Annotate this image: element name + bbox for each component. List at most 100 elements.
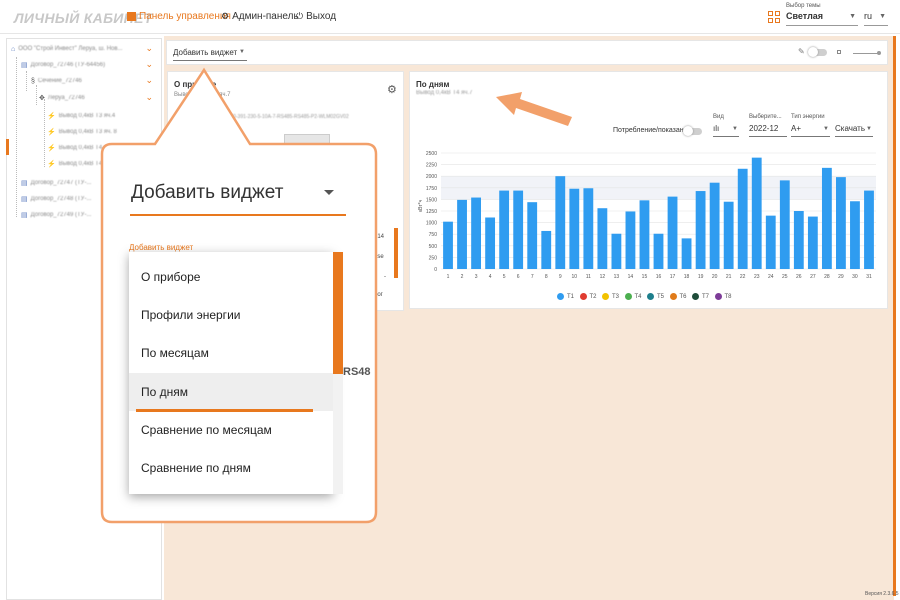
bar-day-12[interactable] xyxy=(597,208,608,269)
dropdown-option-device[interactable]: О приборе xyxy=(129,258,333,296)
dropdown-scrollbar-thumb[interactable] xyxy=(333,252,343,374)
dropdown-option-profiles[interactable]: Профили энергии xyxy=(129,296,333,334)
bar-day-28[interactable] xyxy=(821,167,832,269)
dropdown-option-months[interactable]: По месяцам xyxy=(129,334,333,372)
chevron-down-icon[interactable]: ⌄ xyxy=(145,92,153,103)
bar-day-18[interactable] xyxy=(681,238,692,269)
edit-mode-toggle[interactable] xyxy=(808,47,827,57)
nav-admin[interactable]: ⚙ Админ-панель xyxy=(221,11,299,22)
nav-logout[interactable]: ⏻ Выход xyxy=(296,11,336,22)
language-value: ru xyxy=(864,11,873,21)
chevron-down-icon[interactable]: ⌄ xyxy=(145,75,153,86)
bar-day-24[interactable] xyxy=(765,215,776,269)
tree-item-meter-3[interactable]: ⚡ Вывод 0,4кВ Т4 яч.7 xyxy=(47,141,115,155)
bar-day-17[interactable] xyxy=(667,196,678,269)
tree-item-section[interactable]: § Сечение_72746 xyxy=(31,74,82,88)
tree-item-meter-4[interactable]: ⚡ Вывод 0,4кВ Т4 яч.8 xyxy=(47,157,115,171)
zoom-add-widget-title[interactable]: Добавить виджет xyxy=(131,182,283,204)
language-select[interactable]: ru ▼ xyxy=(864,10,888,26)
dropdown-option-compare-months[interactable]: Сравнение по месяцам xyxy=(129,411,333,449)
gear-icon[interactable]: ⚙ xyxy=(387,83,397,96)
document-icon: ▤ xyxy=(21,62,28,69)
bar-day-4[interactable] xyxy=(485,217,496,269)
square-icon[interactable] xyxy=(837,50,841,54)
apps-grid-icon[interactable] xyxy=(768,11,780,23)
meter-image xyxy=(284,134,330,152)
legend-item-t3[interactable]: T3 xyxy=(602,293,619,300)
x-tick-label: 20 xyxy=(712,274,718,280)
tree-item-contract-4[interactable]: ▤ Договор_72749 (ТУ-... xyxy=(21,208,91,222)
y-tick-label: 0 xyxy=(434,267,437,273)
bar-day-26[interactable] xyxy=(793,211,804,269)
bar-day-25[interactable] xyxy=(779,180,790,269)
device-value-1: 314 xyxy=(374,234,385,240)
bar-day-6[interactable] xyxy=(513,190,524,269)
tree-item-contract-2[interactable]: ▤ Договор_72747 (ТУ-... xyxy=(21,176,91,190)
x-tick-label: 28 xyxy=(824,274,830,280)
chevron-down-icon[interactable]: ⌄ xyxy=(145,59,153,70)
selected-item-marker xyxy=(6,139,9,155)
arrow-pointer-icon xyxy=(496,92,572,126)
bar-day-3[interactable] xyxy=(471,197,481,269)
pencil-icon[interactable]: ✎ xyxy=(798,47,805,56)
bar-day-23[interactable] xyxy=(751,157,762,269)
bar-day-21[interactable] xyxy=(723,201,734,269)
chevron-down-icon[interactable] xyxy=(324,190,334,195)
legend-item-t6[interactable]: T6 xyxy=(669,293,687,300)
widget-type-dropdown: О приборе Профили энергии По месяцам По … xyxy=(129,252,333,494)
add-widget-select[interactable]: Добавить виджет xyxy=(173,48,237,57)
meter-icon: ⚡ xyxy=(47,129,56,136)
bar-day-15[interactable] xyxy=(639,200,650,269)
bar-day-31[interactable] xyxy=(864,190,874,269)
tree-item-object[interactable]: ✥ Леруа_72746 xyxy=(39,91,85,105)
bar-day-27[interactable] xyxy=(807,216,818,269)
document-icon: ▤ xyxy=(21,196,28,203)
dropdown-option-days[interactable]: По дням xyxy=(129,373,333,411)
x-tick-label: 9 xyxy=(559,274,562,280)
legend-item-t1[interactable]: T1 xyxy=(557,293,574,300)
tree-item-meter-1[interactable]: ⚡ Вывод 0,4кВ Т3 яч.4 xyxy=(47,109,115,123)
zoom-slider[interactable] xyxy=(853,51,881,55)
tree-item-org[interactable]: ⌂ ООО "Строй Инвест" Леруа, ш. Нов... xyxy=(11,42,123,56)
power-icon: ⏻ xyxy=(296,11,304,21)
x-tick-label: 15 xyxy=(642,274,648,280)
tree-item-contract-3[interactable]: ▤ Договор_72748 (ТУ-... xyxy=(21,192,91,206)
x-tick-label: 1 xyxy=(447,274,450,280)
bar-day-10[interactable] xyxy=(569,188,580,269)
page-scrollbar[interactable] xyxy=(893,36,896,596)
legend-item-t8[interactable]: T8 xyxy=(714,293,732,300)
bar-day-1[interactable] xyxy=(443,221,453,269)
meter-icon: ⚡ xyxy=(47,145,56,152)
tree-item-contract[interactable]: ▤ Договор_72746 (ТУ-64456) xyxy=(21,58,105,72)
bar-day-11[interactable] xyxy=(583,188,594,269)
theme-select[interactable]: Светлая ▼ xyxy=(786,10,858,26)
bar-day-30[interactable] xyxy=(850,201,860,269)
bar-day-20[interactable] xyxy=(709,182,720,269)
bar-day-7[interactable] xyxy=(527,202,538,269)
tree-item-meter-2[interactable]: ⚡ Вывод 0,4кВ Т3 яч. 8 xyxy=(47,125,117,139)
bar-day-19[interactable] xyxy=(695,191,706,269)
legend-item-t5[interactable]: T5 xyxy=(647,293,664,300)
bar-day-22[interactable] xyxy=(737,168,748,269)
nav-dashboard[interactable]: Панель управления xyxy=(127,11,231,22)
chevron-down-icon[interactable]: ⌄ xyxy=(145,43,153,54)
x-tick-label: 13 xyxy=(614,274,620,280)
widget-scrollbar[interactable] xyxy=(394,228,398,278)
dropdown-option-compare-days[interactable]: Сравнение по дням xyxy=(129,449,333,487)
y-tick-label: 250 xyxy=(429,255,438,261)
legend-item-t2[interactable]: T2 xyxy=(579,293,597,300)
bar-day-13[interactable] xyxy=(611,233,622,269)
bar-day-14[interactable] xyxy=(625,211,636,269)
device-value-3: - xyxy=(384,274,386,280)
legend-dot-icon xyxy=(624,293,632,300)
bar-day-8[interactable] xyxy=(541,230,552,269)
bar-day-9[interactable] xyxy=(555,176,566,269)
legend-item-t7[interactable]: T7 xyxy=(692,293,709,300)
bar-day-16[interactable] xyxy=(653,233,664,269)
x-tick-label: 5 xyxy=(503,274,506,280)
bar-day-2[interactable] xyxy=(457,199,467,269)
theme-value: Светлая xyxy=(786,11,824,21)
legend-item-t4[interactable]: T4 xyxy=(624,293,642,300)
bar-day-29[interactable] xyxy=(836,177,846,269)
bar-day-5[interactable] xyxy=(499,190,510,269)
